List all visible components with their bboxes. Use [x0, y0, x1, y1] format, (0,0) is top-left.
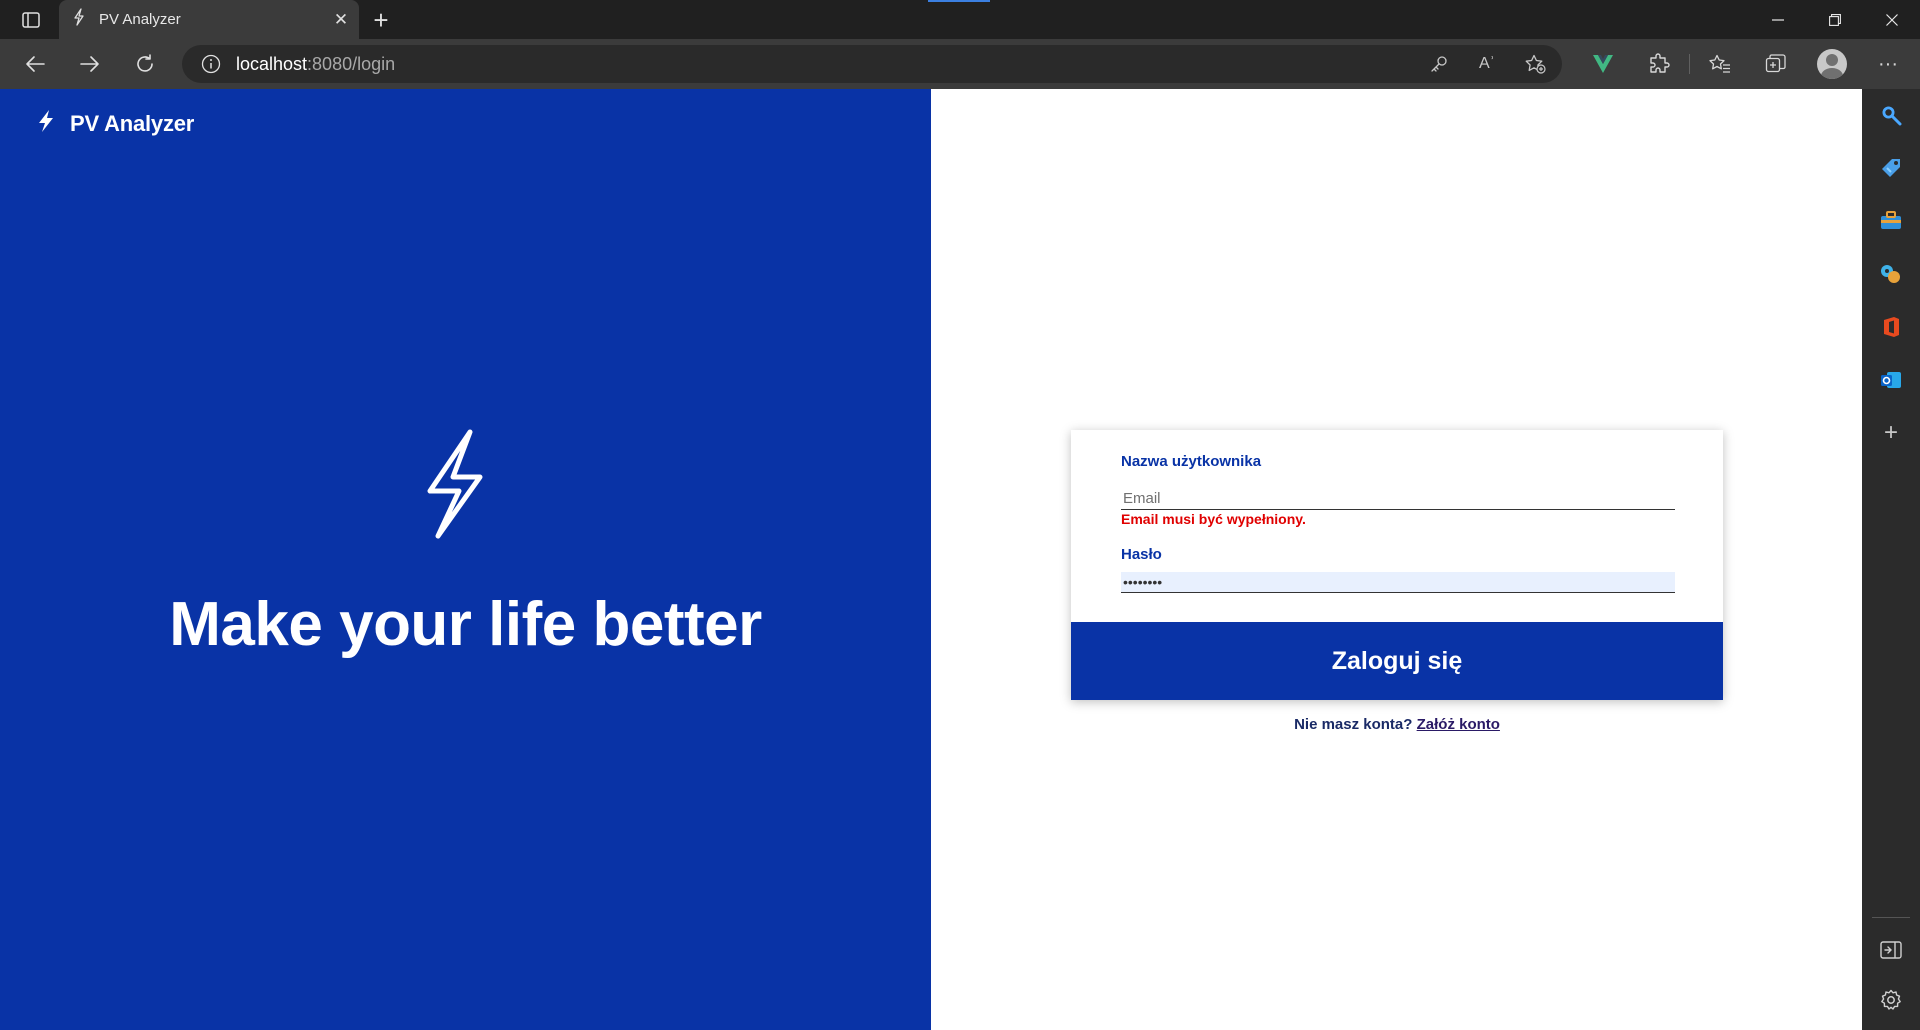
office-icon[interactable]: [1875, 311, 1907, 343]
add-favorite-icon[interactable]: [1522, 52, 1548, 76]
collections-icon[interactable]: [1748, 47, 1804, 81]
restore-button[interactable]: [1806, 0, 1863, 39]
hero-bolt-icon: [425, 429, 485, 544]
outlook-icon[interactable]: [1875, 364, 1907, 396]
back-button[interactable]: [15, 47, 55, 81]
hero-panel: PV Analyzer Make your life better: [0, 89, 931, 1030]
site-info-icon[interactable]: [200, 53, 222, 75]
password-label: Hasło: [1121, 546, 1162, 563]
vue-devtools-icon[interactable]: [1575, 47, 1631, 81]
refresh-button[interactable]: [125, 47, 165, 81]
email-input[interactable]: [1121, 488, 1675, 510]
login-form: Nazwa użytkownika Email musi być wypełni…: [1071, 430, 1723, 700]
new-tab-button[interactable]: +: [364, 4, 398, 36]
favorites-icon[interactable]: [1692, 47, 1748, 81]
url-path: :8080/login: [307, 53, 396, 74]
page-viewport: PV Analyzer Make your life better Nazwa …: [0, 89, 1862, 1030]
window-controls: [1749, 0, 1920, 39]
tab-close-icon[interactable]: ✕: [323, 5, 359, 35]
brand-name: PV Analyzer: [70, 110, 195, 136]
brand-bolt-icon: [36, 109, 56, 138]
brand[interactable]: PV Analyzer: [36, 109, 194, 138]
key-icon[interactable]: [1426, 52, 1452, 76]
minimize-button[interactable]: [1749, 0, 1806, 39]
tab-actions-icon[interactable]: [14, 8, 48, 32]
url-host: localhost: [236, 53, 308, 74]
edge-sidebar: +: [1862, 89, 1920, 1030]
avatar: [1817, 49, 1847, 79]
forward-button[interactable]: [70, 47, 110, 81]
search-icon[interactable]: [1875, 99, 1907, 131]
close-window-button[interactable]: [1863, 0, 1920, 39]
login-button[interactable]: Zaloguj się: [1071, 622, 1723, 700]
browser-tab[interactable]: PV Analyzer ✕: [59, 0, 359, 39]
profile-icon[interactable]: [1804, 47, 1860, 81]
tools-icon[interactable]: [1875, 205, 1907, 237]
read-aloud-icon[interactable]: Aʾ: [1474, 52, 1500, 76]
more-icon[interactable]: ···: [1860, 47, 1916, 81]
sidebar-separator: [1872, 917, 1910, 918]
extensions-icon[interactable]: [1631, 47, 1687, 81]
browser-toolbar: localhost:8080/login Aʾ ···: [0, 39, 1920, 89]
browser-titlebar: PV Analyzer ✕ +: [0, 0, 1920, 39]
shopping-icon[interactable]: [1875, 152, 1907, 184]
signup-prompt: Nie masz konta? Załóż konto: [1071, 716, 1723, 733]
address-bar[interactable]: localhost:8080/login Aʾ: [182, 45, 1562, 83]
username-label: Nazwa użytkownika: [1121, 453, 1262, 470]
games-icon[interactable]: [1875, 258, 1907, 290]
password-input[interactable]: [1121, 572, 1675, 593]
signup-link[interactable]: Załóż konto: [1417, 716, 1500, 733]
email-error-message: Email musi być wypełniony.: [1121, 511, 1306, 527]
hide-sidebar-icon[interactable]: [1875, 934, 1907, 966]
add-icon[interactable]: +: [1875, 417, 1907, 449]
toolbar-separator: [1689, 54, 1690, 74]
tab-title: PV Analyzer: [99, 11, 181, 28]
url-text[interactable]: localhost:8080/login: [236, 54, 395, 75]
tab-favicon-bolt-icon: [73, 8, 85, 31]
no-account-text: Nie masz konta?: [1294, 716, 1413, 733]
hero-tagline: Make your life better: [169, 590, 762, 659]
window-drag-indicator: [928, 0, 990, 2]
settings-gear-icon[interactable]: [1875, 984, 1907, 1016]
